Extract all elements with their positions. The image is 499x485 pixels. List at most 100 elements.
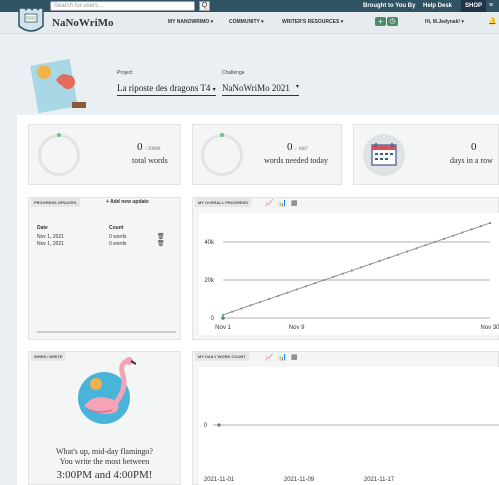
x-tick-label: Nov 1	[215, 325, 231, 331]
daily-word-count-title: MY DAILY WORD COUNT	[195, 352, 249, 361]
x-tick-label: 2021-11-17	[364, 477, 395, 483]
challenge-select[interactable]: NaNoWriMo 2021 ▾	[222, 83, 299, 96]
project-illustration-icon	[28, 54, 90, 114]
goal-point	[350, 269, 353, 272]
overall-progress-title: MY OVERALL PROGRESS	[195, 198, 251, 207]
trash-icon[interactable]: 🗑	[157, 233, 165, 240]
words-needed-label: words needed today	[264, 156, 328, 165]
line-chart-icon[interactable]: 📈	[265, 354, 274, 361]
nav-writers-resources[interactable]: WRITER'S RESOURCES ▾	[282, 19, 343, 25]
goal-point	[221, 313, 225, 316]
calendar-icon	[362, 133, 406, 177]
timer-icon[interactable]: ◷	[387, 17, 398, 26]
brand-name[interactable]: NaNoWriMo	[52, 17, 114, 29]
nav-my-nanowrimo[interactable]: MY NANOWRIMO ▾	[168, 19, 213, 25]
goal-point	[415, 247, 418, 250]
writing-time-range: 3:00PM and 4:00PM!	[56, 469, 153, 481]
words-needed-ring	[201, 134, 243, 176]
x-tick-label: Nov 30	[480, 325, 499, 331]
goal-point	[387, 256, 390, 259]
y-tick-label: 0	[211, 316, 215, 322]
add-update-button[interactable]: +	[375, 17, 386, 26]
shop-button[interactable]: SHOP	[461, 0, 486, 12]
total-words-value: 0 / 50000	[137, 141, 161, 153]
goal-point	[231, 310, 234, 313]
goal-point	[452, 234, 455, 237]
x-tick-label: 2021-11-01	[204, 477, 235, 483]
goal-point	[341, 272, 344, 275]
nanowrimo-logo-icon[interactable]	[17, 4, 45, 38]
goal-point	[479, 225, 482, 228]
goal-point	[369, 263, 372, 266]
goal-point	[470, 228, 473, 231]
count-column-header: Count	[109, 225, 124, 231]
project-label: Project	[117, 70, 133, 76]
x-tick-label: Nov 9	[289, 325, 305, 331]
goal-point	[442, 237, 446, 240]
bar-chart-icon[interactable]: 📊	[278, 200, 287, 207]
goal-point	[488, 221, 492, 225]
goal-point	[249, 304, 252, 307]
nav-community[interactable]: COMMUNITY ▾	[229, 19, 264, 25]
total-words-ring	[38, 134, 80, 176]
overall-progress-chart: 0 20k 40k Nov 1 Nov 9 Nov 30	[204, 221, 499, 331]
actual-point	[221, 316, 225, 320]
help-desk-link[interactable]: Help Desk	[423, 0, 452, 12]
total-words-label: total words	[132, 156, 168, 165]
progress-updates-panel	[28, 197, 181, 340]
goal-point	[240, 307, 243, 310]
streak-label: days in a row	[450, 156, 493, 165]
goal-point	[304, 285, 307, 288]
goal-point	[258, 301, 261, 304]
total-words-ring-dot	[57, 133, 61, 137]
goal-point	[360, 266, 363, 269]
x-tick-label: 2021-11-09	[284, 477, 315, 483]
goal-point	[323, 278, 326, 282]
goal-point	[424, 244, 427, 247]
streak-value: 0	[471, 141, 477, 153]
goal-point	[461, 231, 464, 234]
user-greeting[interactable]: Hi, M.Jedynak! ▾	[425, 19, 464, 25]
goal-point	[406, 250, 409, 253]
bell-icon[interactable]: 🔔	[488, 17, 497, 25]
table-icon[interactable]: ▦	[291, 200, 299, 207]
when-i-write-title: WHEN I WRITE	[31, 352, 66, 361]
line-chart-icon[interactable]: 📈	[265, 200, 274, 207]
flamingo-greeting: What's up, mid-day flamingo?	[56, 447, 153, 456]
y-tick-label: 0	[204, 423, 208, 429]
daily-word-count-chart: 0 2021-11-01 2021-11-09 2021-11-17	[204, 423, 499, 483]
goal-point	[396, 253, 400, 256]
flamingo-icon	[74, 356, 137, 426]
progress-scrollbar[interactable]	[37, 331, 176, 333]
words-needed-value: 0 / 1667	[287, 141, 308, 153]
goal-point	[433, 240, 436, 244]
row-date: Nov 1, 2021	[37, 241, 64, 247]
writing-time-intro: You write the most between	[59, 457, 150, 466]
menu-icon[interactable]: ≡	[489, 0, 493, 12]
progress-updates-title: PROGRESS UPDATES	[31, 198, 80, 207]
bar-chart-icon[interactable]: 📊	[278, 354, 287, 361]
words-needed-ring-dot	[220, 133, 224, 137]
goal-point	[313, 282, 317, 285]
goal-point	[378, 259, 381, 263]
trash-icon[interactable]: 🗑	[157, 240, 165, 247]
y-tick-label: 20k	[204, 278, 215, 284]
search-button[interactable]: Q	[199, 1, 210, 11]
goal-line	[222, 222, 491, 316]
goal-point	[267, 297, 271, 301]
goal-point	[286, 291, 289, 294]
search-input[interactable]: Search for users...	[50, 1, 195, 11]
project-select[interactable]: La riposte des dragons T4 ▾	[117, 83, 216, 96]
date-column-header: Date	[37, 225, 48, 231]
goal-point	[295, 288, 298, 291]
add-new-update-button[interactable]: + Add new update	[106, 199, 149, 205]
table-icon[interactable]: ▦	[291, 354, 299, 361]
brought-to-you-link[interactable]: Brought to You By	[363, 0, 415, 12]
row-count: 0 words	[109, 241, 127, 247]
goal-point	[332, 275, 335, 278]
goal-point	[277, 294, 280, 297]
y-tick-label: 40k	[204, 240, 215, 246]
row-count: 0 words	[109, 234, 127, 240]
row-date: Nov 1, 2021	[37, 234, 64, 240]
daily-point	[217, 423, 221, 427]
